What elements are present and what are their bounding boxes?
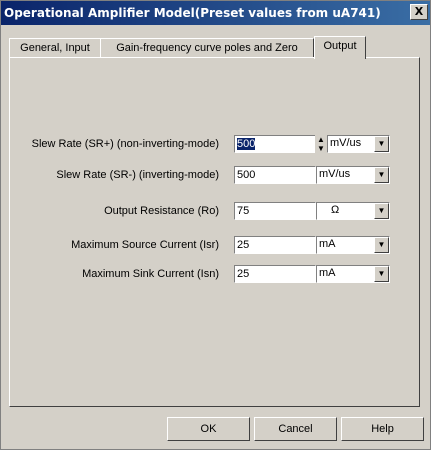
output-resistance-row: Output Resistance (Ro) 75 Ω ▼ — [10, 202, 419, 222]
slew-rate-minus-unit-select[interactable]: mV/us ▼ — [316, 166, 390, 184]
max-sink-current-row: Maximum Sink Current (Isn) 25 mA ▼ — [10, 265, 419, 285]
slew-rate-minus-label: Slew Rate (SR-) (inverting-mode) — [56, 169, 219, 181]
spin-up-icon[interactable]: ▲ — [315, 135, 327, 144]
output-resistance-value: 75 — [237, 205, 250, 217]
window-title: Operational Amplifier Model(Preset value… — [4, 6, 381, 20]
chevron-down-icon[interactable]: ▼ — [374, 136, 389, 152]
slew-rate-plus-row: Slew Rate (SR+) (non-inverting-mode) 500… — [10, 135, 419, 155]
ok-button[interactable]: OK — [167, 417, 250, 441]
tab-output[interactable]: Output — [314, 36, 366, 59]
max-source-current-label: Maximum Source Current (Isr) — [71, 239, 219, 251]
tab-gain-frequency[interactable]: Gain-frequency curve poles and Zero — [100, 38, 314, 58]
slew-rate-minus-row: Slew Rate (SR-) (inverting-mode) 500 mV/… — [10, 166, 419, 186]
chevron-down-icon[interactable]: ▼ — [374, 203, 389, 219]
chevron-down-icon[interactable]: ▼ — [374, 167, 389, 183]
max-source-current-input[interactable]: 25 — [234, 236, 316, 254]
slew-rate-minus-value: 500 — [237, 169, 256, 181]
max-source-current-unit: mA — [319, 238, 336, 250]
max-source-current-value: 25 — [237, 239, 250, 251]
dialog-window: Operational Amplifier Model(Preset value… — [0, 0, 431, 450]
max-sink-current-unit-select[interactable]: mA ▼ — [316, 265, 390, 283]
output-resistance-input[interactable]: 75 — [234, 202, 316, 220]
slew-rate-plus-spinner[interactable]: ▲ ▼ — [315, 135, 327, 153]
max-sink-current-value: 25 — [237, 268, 250, 280]
output-tab-panel: Slew Rate (SR+) (non-inverting-mode) 500… — [9, 57, 420, 407]
output-resistance-unit: Ω — [331, 204, 340, 216]
chevron-down-icon[interactable]: ▼ — [374, 266, 389, 282]
output-resistance-label: Output Resistance (Ro) — [104, 205, 219, 217]
slew-rate-plus-unit: mV/us — [330, 137, 362, 149]
max-source-current-row: Maximum Source Current (Isr) 25 mA ▼ — [10, 236, 419, 256]
output-resistance-unit-select[interactable]: Ω ▼ — [316, 202, 390, 220]
chevron-down-icon[interactable]: ▼ — [374, 237, 389, 253]
max-sink-current-unit: mA — [319, 267, 336, 279]
slew-rate-plus-unit-select[interactable]: mV/us ▼ — [327, 135, 390, 153]
max-source-current-unit-select[interactable]: mA ▼ — [316, 236, 390, 254]
spin-down-icon[interactable]: ▼ — [315, 144, 327, 153]
max-sink-current-label: Maximum Sink Current (Isn) — [82, 268, 219, 280]
tab-general-input[interactable]: General, Input — [9, 38, 101, 58]
slew-rate-plus-value: 500 — [237, 138, 256, 150]
slew-rate-plus-label: Slew Rate (SR+) (non-inverting-mode) — [31, 138, 219, 150]
slew-rate-minus-input[interactable]: 500 — [234, 166, 316, 184]
slew-rate-plus-input[interactable]: 500 — [234, 135, 316, 153]
cancel-button[interactable]: Cancel — [254, 417, 337, 441]
max-sink-current-input[interactable]: 25 — [234, 265, 316, 283]
slew-rate-minus-unit: mV/us — [319, 168, 351, 180]
title-bar[interactable]: Operational Amplifier Model(Preset value… — [1, 1, 430, 25]
help-button[interactable]: Help — [341, 417, 424, 441]
close-button[interactable]: X — [410, 4, 428, 20]
